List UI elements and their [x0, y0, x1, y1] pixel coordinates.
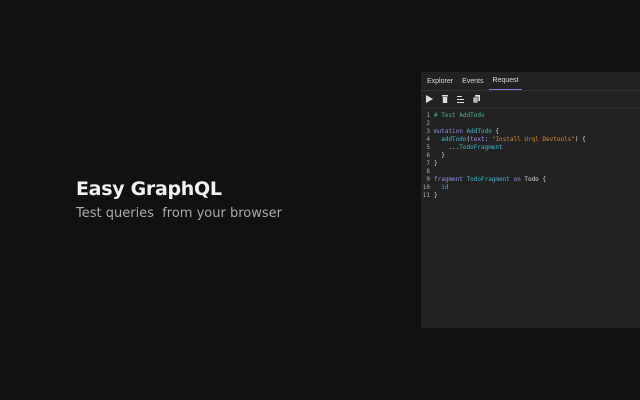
code-token: addTodo: [434, 136, 467, 143]
code-token: {: [491, 128, 500, 135]
tab-events[interactable]: Events: [459, 78, 486, 90]
code-line: 4 addTodo(text: "Install Urql Devtools")…: [421, 136, 640, 144]
copy-icon[interactable]: [473, 95, 480, 103]
code-token: text: [470, 136, 485, 143]
code-line: 9 fragment TodoFragment on Todo {: [421, 176, 640, 184]
code-token: TodoFragment: [466, 176, 510, 183]
line-number: 7: [426, 160, 430, 167]
code-token: }: [434, 192, 438, 199]
code-token: on: [509, 176, 525, 183]
line-number: 2: [426, 120, 430, 127]
line-number: 9: [426, 176, 430, 183]
code-token: Todo: [524, 176, 539, 183]
code-token: {: [538, 176, 547, 183]
code-token: ) {: [574, 136, 586, 143]
code-line: 11}: [421, 192, 640, 200]
devtools-panel: Explorer Events Request 1 # Test AddTodo 2…: [421, 72, 640, 328]
code-editor[interactable]: 1 # Test AddTodo 2 3 mutation AddTodo {4 add…: [421, 108, 640, 200]
hero-title: Easy GraphQL: [76, 178, 222, 200]
code-line: 5 ... TodoFragment: [421, 144, 640, 152]
play-icon[interactable]: [426, 95, 433, 103]
request-toolbar: [421, 91, 640, 108]
code-token: ...: [434, 144, 460, 151]
code-line: 6 }: [421, 152, 640, 160]
code-token: mutation: [434, 128, 467, 135]
code-token: TodoFragment: [459, 144, 503, 151]
code-token: :: [484, 136, 492, 143]
code-line: 7}: [421, 160, 640, 168]
code-token: # Test AddTodo: [434, 112, 485, 119]
line-number: 8: [426, 168, 430, 175]
hero-subtitle: Test queries from your browser: [76, 206, 282, 221]
line-number: 3: [426, 128, 430, 135]
code-token: }: [434, 152, 445, 159]
code-token: "Install Urql Devtools": [491, 136, 575, 143]
code-line: 3 mutation AddTodo {: [421, 128, 640, 136]
code-line: 10 id: [421, 184, 640, 192]
code-token: fragment: [434, 176, 467, 183]
code-token: id: [434, 184, 449, 191]
code-line: 8: [421, 168, 640, 176]
tab-explorer[interactable]: Explorer: [424, 78, 456, 90]
line-number: 11: [422, 192, 430, 199]
line-number: 10: [422, 184, 430, 191]
line-number: 6: [426, 152, 430, 159]
trash-icon[interactable]: [442, 95, 448, 103]
tab-bar: Explorer Events Request: [421, 72, 640, 91]
line-number: 5: [426, 144, 430, 151]
tab-request[interactable]: Request: [489, 77, 522, 90]
code-line: 1 # Test AddTodo: [421, 112, 640, 120]
code-token: AddTodo: [466, 128, 492, 135]
line-number: 4: [426, 136, 430, 143]
code-line: 2: [421, 120, 640, 128]
code-token: }: [434, 160, 438, 167]
format-icon[interactable]: [457, 95, 464, 103]
line-number: 1: [426, 112, 430, 119]
